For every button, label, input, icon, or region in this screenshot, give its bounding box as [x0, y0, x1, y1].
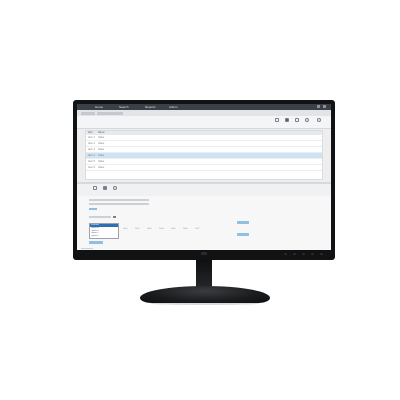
options-listbox[interactable]: Selected Option A Option B Option C Opti…	[89, 223, 119, 239]
bottom-toolbar	[77, 184, 331, 196]
breadcrumb-item[interactable]	[81, 111, 95, 115]
table-cell: Item 5	[88, 160, 95, 163]
table-cell: Value	[98, 154, 105, 157]
list-option[interactable]: Option D	[90, 235, 118, 238]
print-button[interactable]	[273, 118, 281, 127]
menu-item-search[interactable]: Search	[119, 105, 129, 109]
menu-item-admin[interactable]: Admin	[169, 105, 178, 109]
export-icon	[295, 118, 299, 122]
grid-button[interactable]	[101, 186, 109, 195]
monitor-button	[320, 253, 323, 255]
column-label: Col 5	[171, 228, 176, 230]
column-label: Col 2	[135, 228, 140, 230]
list-icon	[93, 186, 97, 190]
table-cell: Item 3	[88, 148, 95, 151]
save-button[interactable]	[283, 118, 291, 127]
column-label: Col 4	[159, 228, 164, 230]
monitor-logo	[201, 252, 207, 255]
dropdown-icon[interactable]	[113, 216, 116, 218]
table-cell: Item 6	[88, 166, 95, 169]
table-cell: Value	[98, 136, 105, 139]
ok-button[interactable]	[89, 241, 103, 244]
screen: Home Search Reports Admin Item Name Item…	[77, 104, 331, 250]
help-button[interactable]	[315, 118, 323, 127]
menu-item-home[interactable]: Home	[95, 105, 103, 109]
table-cell: Value	[98, 166, 105, 169]
table-cell: Value	[98, 142, 105, 145]
table-row[interactable]: Item 6 Value	[86, 165, 322, 171]
form-field[interactable]	[89, 199, 149, 201]
table-cell: Item 2	[88, 142, 95, 145]
apply-button[interactable]	[237, 233, 249, 236]
table-cell: Item 4	[88, 154, 95, 157]
grid-icon	[103, 186, 107, 190]
table-cell: Value	[98, 148, 105, 151]
save-icon	[285, 118, 289, 122]
column-label: Col 3	[147, 228, 152, 230]
monitor-button	[302, 253, 305, 255]
form-field[interactable]	[89, 203, 149, 205]
field-tag	[89, 208, 97, 210]
section-label	[89, 216, 111, 218]
column-label: Col 6	[183, 228, 188, 230]
monitor-button	[293, 253, 296, 255]
table-cell: Item 1	[88, 136, 95, 139]
menu-item-reports[interactable]: Reports	[145, 105, 156, 109]
table-cell: Value	[98, 160, 105, 163]
monitor: Home Search Reports Admin Item Name Item…	[73, 100, 335, 260]
monitor-buttons	[284, 253, 323, 255]
monitor-button	[284, 253, 287, 255]
toolbar	[77, 116, 331, 129]
minimize-icon[interactable]	[317, 105, 320, 108]
help-icon	[317, 118, 321, 122]
add-button[interactable]	[237, 221, 249, 224]
column-label: Col 7	[195, 228, 200, 230]
refresh-icon	[305, 118, 309, 122]
status-text	[81, 248, 93, 249]
undo-icon	[113, 186, 117, 190]
list-button[interactable]	[91, 186, 99, 195]
breadcrumb-item[interactable]	[97, 111, 123, 115]
refresh-button[interactable]	[303, 118, 311, 127]
column-label: Col 1	[123, 228, 128, 230]
print-icon	[275, 118, 279, 122]
export-button[interactable]	[293, 118, 301, 127]
close-icon[interactable]	[323, 105, 326, 108]
data-table: Item Name Item 1 Value Item 2 Value Item…	[85, 130, 323, 180]
monitor-button	[311, 253, 314, 255]
undo-button[interactable]	[111, 186, 119, 195]
monitor-stand	[140, 286, 270, 303]
